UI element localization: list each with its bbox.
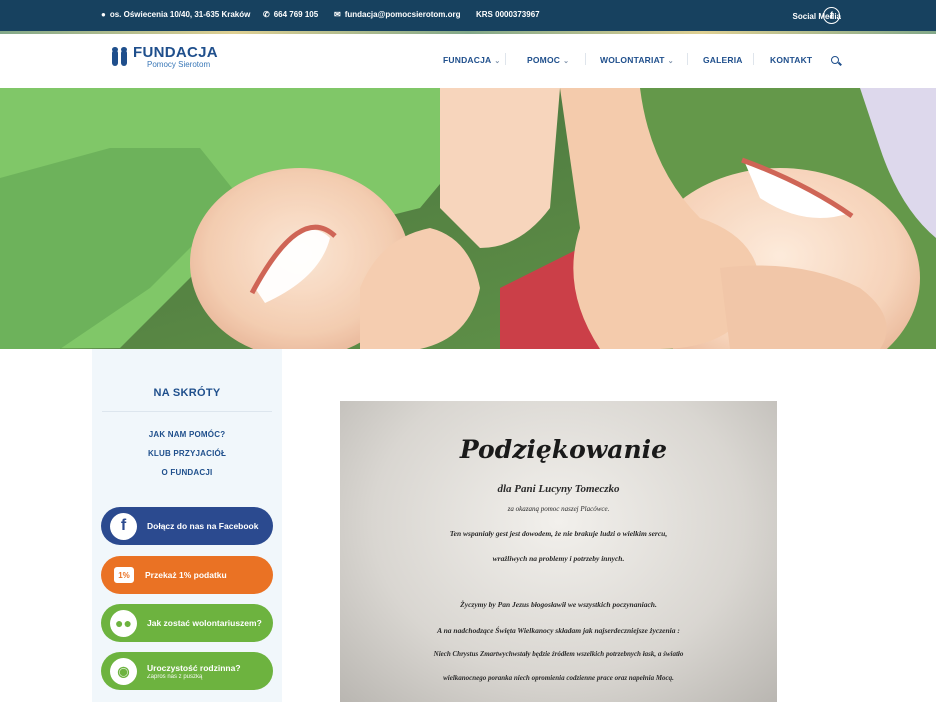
envelope-icon: ✉: [334, 10, 341, 19]
search-icon[interactable]: [831, 56, 839, 64]
nav-item-galeria[interactable]: GALERIA: [703, 55, 743, 65]
phone-text[interactable]: 664 769 105: [274, 10, 319, 19]
email-text[interactable]: fundacja@pomocsierotom.org: [345, 10, 461, 19]
phone-icon: ✆: [263, 10, 270, 19]
letter-line: wielkanocnego poranka niech opromienia c…: [443, 674, 674, 682]
tax-donation-label: Przekaż 1% podatku: [145, 570, 227, 580]
family-celebration-button[interactable]: ◉ Uroczystość rodzinna? Zaproś nas z pus…: [101, 652, 273, 690]
family-celebration-sublabel: Zaproś nas z puszką: [147, 673, 203, 680]
nav-divider: [505, 53, 506, 65]
location-pin-icon: ●: [101, 10, 106, 19]
people-icon: ●●: [110, 609, 137, 637]
tax-donation-button[interactable]: 1% Przekaż 1% podatku: [101, 556, 273, 594]
sidebar-title: NA SKRÓTY: [153, 387, 221, 399]
nav-divider: [687, 53, 688, 65]
nav-item-kontakt[interactable]: KONTAKT: [770, 55, 812, 65]
site-header: FUNDACJA Pomocy Sierotom FUNDACJA ⌄ POMOC…: [0, 34, 936, 88]
facebook-join-button[interactable]: f Dołącz do nas na Facebook: [101, 507, 273, 545]
nav-divider: [753, 53, 754, 65]
sidebar-shortcuts: NA SKRÓTY JAK NAM POMÓC? KLUB PRZYJACIÓŁ…: [92, 349, 282, 702]
facebook-icon[interactable]: f: [823, 7, 840, 24]
chevron-down-icon: ⌄: [494, 58, 501, 65]
phone-info[interactable]: ✆ 664 769 105: [263, 10, 318, 19]
email-info[interactable]: ✉ fundacja@pomocsierotom.org: [334, 10, 461, 19]
chevron-down-icon: ⌄: [563, 58, 570, 65]
krs-info: KRS 0000373967: [476, 10, 540, 19]
letter-line: Ten wspaniały gest jest dowodem, że nie …: [449, 529, 668, 538]
chevron-down-icon: ⌄: [667, 58, 674, 65]
letter-title: Podziękowanie: [459, 435, 668, 464]
nav-item-wolontariat[interactable]: WOLONTARIAT ⌄: [600, 55, 674, 65]
logo-subtitle: Pomocy Sierotom: [147, 60, 211, 69]
hero-image: [0, 88, 936, 349]
krs-text: KRS 0000373967: [476, 10, 540, 19]
letter-line: Niech Chrystus Zmartwychwstały będzie źr…: [433, 650, 684, 658]
letter-line: A na nadchodzące Święta Wielkanocy skład…: [437, 626, 680, 635]
letter-line: dla Pani Lucyny Tomeczko: [497, 483, 620, 495]
volunteer-label: Jak zostać wolontariuszem?: [147, 618, 262, 628]
facebook-join-label: Dołącz do nas na Facebook: [147, 521, 259, 531]
address-info: ● os. Oświecenia 10/40, 31-635 Kraków: [101, 10, 250, 19]
letter-line: za okazaną pomoc naszej Placówce.: [507, 505, 610, 513]
tax-percent-icon: 1%: [113, 566, 135, 584]
sidebar-link-jak-nam-pomoc[interactable]: JAK NAM POMÓC?: [92, 430, 282, 439]
nav-divider: [585, 53, 586, 65]
family-celebration-label: Uroczystość rodzinna?: [147, 662, 241, 673]
address-text: os. Oświecenia 10/40, 31-635 Kraków: [109, 10, 251, 19]
sidebar-link-o-fundacji[interactable]: O FUNDACJI: [92, 468, 282, 477]
logo-figures-icon: [111, 46, 129, 69]
site-logo[interactable]: FUNDACJA Pomocy Sierotom: [111, 44, 218, 69]
letter-line: Życzymy by Pan Jezus błogosławił we wszy…: [460, 600, 657, 609]
sidebar-link-klub-przyjaciol[interactable]: KLUB PRZYJACIÓŁ: [92, 449, 282, 458]
nav-item-fundacja[interactable]: FUNDACJA ⌄: [443, 55, 500, 65]
sidebar-divider: [102, 411, 272, 412]
logo-title: FUNDACJA: [133, 44, 218, 61]
volunteer-button[interactable]: ●● Jak zostać wolontariuszem?: [101, 604, 273, 642]
letter-line: wrażliwych na problemy i potrzeby innych…: [492, 554, 625, 563]
piggy-bank-icon: ◉: [110, 657, 137, 685]
nav-item-pomoc[interactable]: POMOC ⌄: [527, 55, 569, 65]
top-info-bar: ● os. Oświecenia 10/40, 31-635 Kraków ✆ …: [0, 0, 936, 31]
thank-you-letter-image: Podziękowanie dla Pani Lucyny Tomeczko z…: [340, 401, 777, 702]
facebook-icon: f: [110, 512, 137, 540]
